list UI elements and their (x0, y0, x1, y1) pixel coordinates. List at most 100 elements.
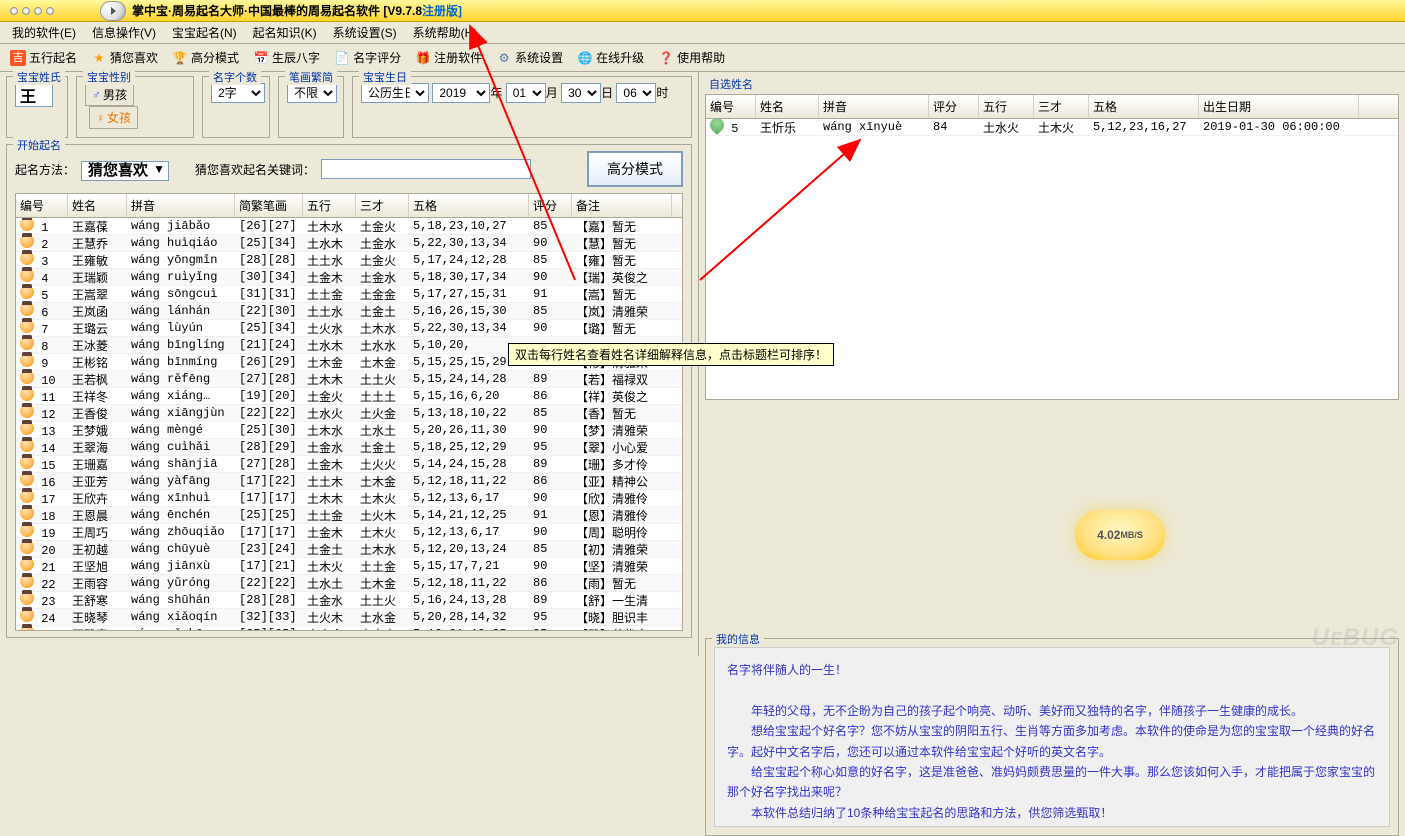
star-icon: ★ (91, 50, 107, 66)
cal-icon: 📅 (253, 50, 269, 66)
toolbar-ji-button[interactable]: 吉五行起名 (4, 47, 83, 68)
toolbar-cal-button[interactable]: 📅生辰八字 (247, 47, 326, 68)
surname-input[interactable] (15, 83, 53, 107)
table-row[interactable]: 24王晓琴wáng xiǎoqín[32][33]土火木土水金5,20,28,1… (16, 609, 682, 626)
face-icon (20, 523, 34, 537)
self-grid-header[interactable]: 编号姓名拼音评分五行三才五格出生日期 (706, 95, 1398, 119)
table-row[interactable]: 22王雨容wáng yǔróng[22][22]土水土土木金5,12,18,11… (16, 575, 682, 592)
self-select-legend: 自选姓名 (705, 79, 757, 91)
col-header[interactable]: 编号 (706, 95, 756, 118)
col-header[interactable]: 拼音 (127, 194, 235, 217)
menu-bar: 我的软件(E)信息操作(V)宝宝起名(N)起名知识(K)系统设置(S)系统帮助(… (0, 22, 1405, 44)
table-row[interactable]: 6王岚函wáng lánhán[22][30]土土水土金土5,16,26,15,… (16, 303, 682, 320)
keyword-input[interactable] (321, 159, 531, 179)
menu-item[interactable]: 系统帮助(H) (405, 21, 486, 44)
face-icon (20, 234, 34, 248)
gender-female-button[interactable]: ♀女孩 (89, 106, 138, 129)
table-row[interactable]: 17王欣卉wáng xīnhuì[17][17]土木木土木火5,12,13,6,… (16, 490, 682, 507)
gender-male-button[interactable]: ♂男孩 (85, 83, 134, 106)
trad-select[interactable]: 不限 (287, 83, 337, 103)
face-icon (20, 370, 34, 384)
table-row[interactable]: 5王嵩翠wáng sōngcuì[31][31]土土金土金金5,17,27,15… (16, 286, 682, 303)
face-icon (20, 472, 34, 486)
col-header[interactable]: 出生日期 (1199, 95, 1359, 118)
table-row[interactable]: 14王翠海wáng cuìhǎi[28][29]土金水土金土5,18,25,12… (16, 439, 682, 456)
toolbar-doc-button[interactable]: 📄名字评分 (328, 47, 407, 68)
info-content: 名字将伴随人的一生！ 年轻的父母，无不企盼为自己的孩子起个响亮、动听、美好而又独… (714, 647, 1390, 827)
toolbar-help-button[interactable]: ❓使用帮助 (652, 47, 731, 68)
col-header[interactable]: 拼音 (819, 95, 929, 118)
table-row[interactable]: 16王亚芳wáng yàfāng[17][22]土土木土木金5,12,18,11… (16, 473, 682, 490)
tooltip: 双击每行姓名查看姓名详细解释信息，点击标题栏可排序！ (508, 343, 834, 366)
table-row[interactable]: 20王初越wáng chūyuè[23][24]土金土土木水5,12,20,13… (16, 541, 682, 558)
toolbar-gift-button[interactable]: 🎁注册软件 (409, 47, 488, 68)
face-icon (20, 455, 34, 469)
trad-fieldset: 笔画繁简 不限 (278, 76, 344, 138)
table-row[interactable]: 13王梦娥wáng mèngé[25][30]土木水土水土5,20,26,11,… (16, 422, 682, 439)
col-header[interactable]: 五行 (303, 194, 356, 217)
year-select[interactable]: 2019 (432, 83, 490, 103)
table-row[interactable]: 1王嘉葆wáng jiābǎo[26][27]土木水土金火5,18,23,10,… (16, 218, 682, 235)
grid-header[interactable]: 编号姓名拼音简繁笔画五行三才五格评分备注 (16, 194, 682, 218)
table-row[interactable]: 10王若枫wáng rěfēng[27][28]土木木土土火5,15,24,14… (16, 371, 682, 388)
col-header[interactable]: 三才 (1034, 95, 1089, 118)
toolbar-globe-button[interactable]: 🌐在线升级 (571, 47, 650, 68)
table-row[interactable]: 4王瑞颖wáng ruìyǐng[30][34]土金木土金水5,18,30,17… (16, 269, 682, 286)
table-row[interactable]: 23王舒寒wáng shūhán[28][28]土金水土土火5,16,24,13… (16, 592, 682, 609)
table-row[interactable]: 2王慧乔wáng huìqiáo[25][34]土水木土金水5,22,30,13… (16, 235, 682, 252)
menu-item[interactable]: 系统设置(S) (325, 21, 405, 44)
col-header[interactable]: 评分 (529, 194, 572, 217)
menu-item[interactable]: 信息操作(V) (84, 21, 164, 44)
col-header[interactable]: 三才 (356, 194, 409, 217)
col-header[interactable]: 五格 (409, 194, 529, 217)
table-row[interactable]: 5王忻乐wáng xīnyuè84土水火土木火5,12,23,16,272019… (706, 119, 1398, 136)
count-label: 名字个数 (209, 69, 261, 85)
face-icon (20, 387, 34, 401)
menu-item[interactable]: 我的软件(E) (4, 21, 84, 44)
face-icon (20, 302, 34, 316)
hour-select[interactable]: 06 (616, 83, 656, 103)
toolbar-trophy-button[interactable]: 🏆高分模式 (166, 47, 245, 68)
col-header[interactable]: 五行 (979, 95, 1034, 118)
col-header[interactable]: 简繁笔画 (235, 194, 303, 217)
table-row[interactable]: 21王坚旭wáng jiānxù[17][21]土木火土土金5,15,17,7,… (16, 558, 682, 575)
count-select[interactable]: 2字 (211, 83, 265, 103)
surname-fieldset: 宝宝姓氏 (6, 76, 68, 138)
trophy-icon: 🏆 (172, 50, 188, 66)
table-row[interactable]: 12王香俊wáng xiāngjùn[22][22]土水火土火金5,13,18,… (16, 405, 682, 422)
start-fieldset: 开始起名 起名方法： 猜您喜欢 ▼ 猜您喜欢起名关键词： 高分模式 编号姓名拼音… (6, 144, 692, 638)
toolbar-star-button[interactable]: ★猜您喜欢 (85, 47, 164, 68)
table-row[interactable]: 3王雍敏wáng yōngmǐn[28][28]土土水土金火5,17,24,12… (16, 252, 682, 269)
col-header[interactable]: 五格 (1089, 95, 1199, 118)
col-header[interactable]: 评分 (929, 95, 979, 118)
face-icon (20, 608, 34, 622)
col-header[interactable]: 编号 (16, 194, 68, 217)
table-row[interactable]: 25王雅春wáng yǎchūn[25][25]土木金土土木5,16,21,10… (16, 626, 682, 630)
globe-icon: 🌐 (577, 50, 593, 66)
face-icon (20, 489, 34, 503)
face-icon (20, 591, 34, 605)
table-row[interactable]: 18王恩晨wáng ēnchén[25][25]土土金土火木5,14,21,12… (16, 507, 682, 524)
face-icon (20, 540, 34, 554)
gift-icon: 🎁 (415, 50, 431, 66)
month-select[interactable]: 01 (506, 83, 546, 103)
face-icon (20, 251, 34, 265)
table-row[interactable]: 7王璐云wáng lùyún[25][34]土火水土木水5,22,30,13,3… (16, 320, 682, 337)
table-row[interactable]: 15王珊嘉wáng shānjiā[27][28]土金木土火火5,14,24,1… (16, 456, 682, 473)
face-icon (20, 404, 34, 418)
surname-label: 宝宝姓氏 (13, 69, 65, 85)
day-select[interactable]: 30 (561, 83, 601, 103)
menu-item[interactable]: 起名知识(K) (245, 21, 325, 44)
menu-item[interactable]: 宝宝起名(N) (164, 21, 245, 44)
toolbar-gear-button[interactable]: ⚙系统设置 (490, 47, 569, 68)
help-icon: ❓ (658, 50, 674, 66)
col-header[interactable]: 姓名 (68, 194, 127, 217)
table-row[interactable]: 19王周巧wáng zhōuqiǎo[17][17]土金木土木火5,12,13,… (16, 524, 682, 541)
mode-button[interactable]: 高分模式 (587, 151, 683, 187)
face-icon (20, 268, 34, 282)
count-fieldset: 名字个数 2字 (202, 76, 270, 138)
col-header[interactable]: 姓名 (756, 95, 819, 118)
table-row[interactable]: 11王祥冬wáng xiáng…[19][20]土金火土土土5,15,16,6,… (16, 388, 682, 405)
col-header[interactable]: 备注 (572, 194, 672, 217)
calendar-select[interactable]: 公历生日 (361, 83, 429, 103)
